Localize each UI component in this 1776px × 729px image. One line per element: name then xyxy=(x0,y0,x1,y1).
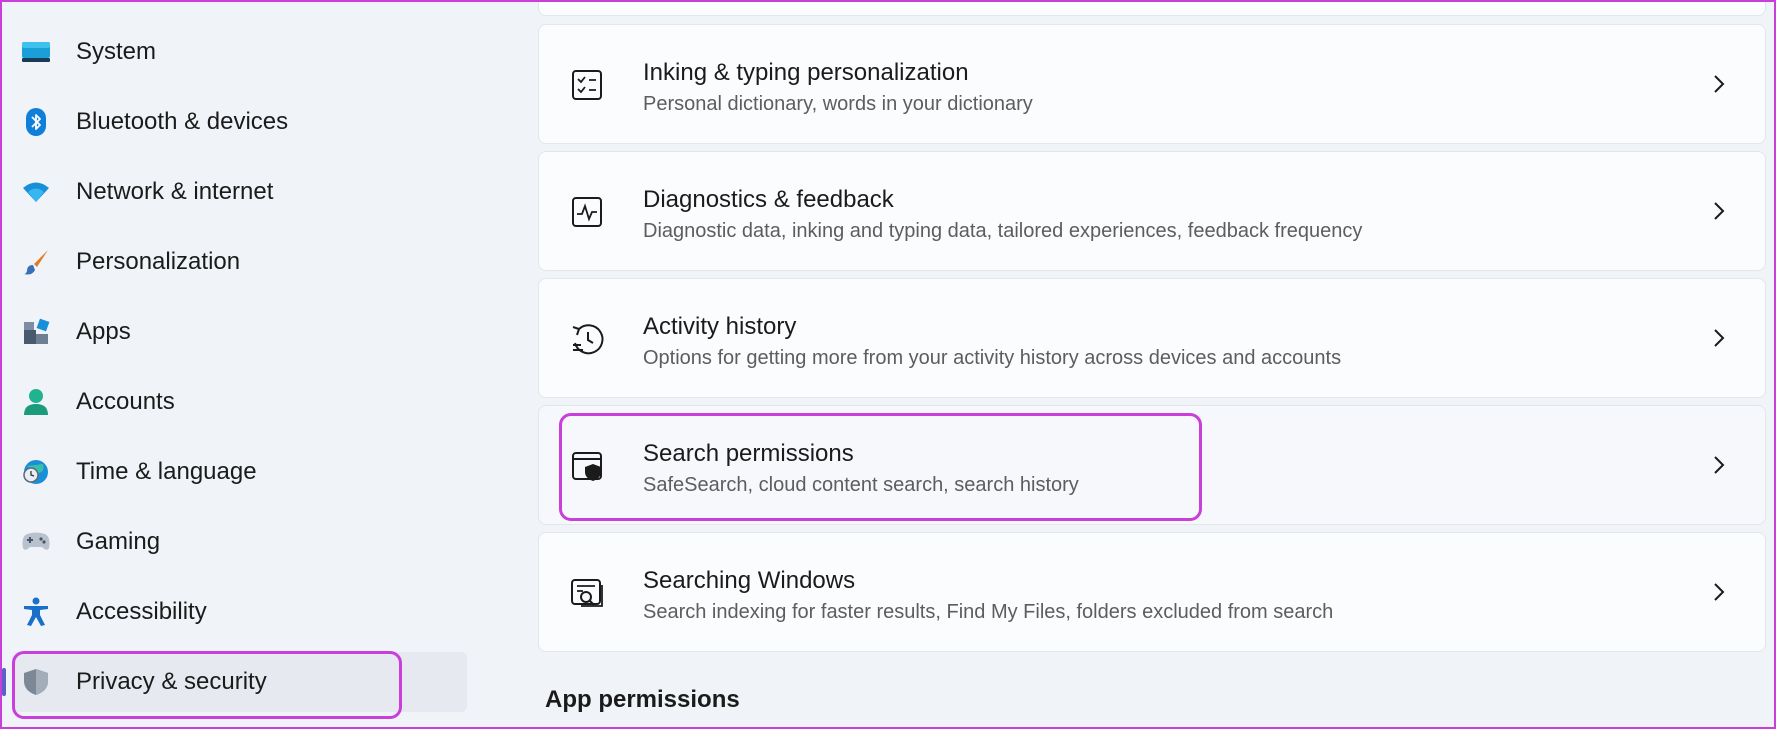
accessibility-icon xyxy=(20,596,52,628)
sidebar-item-network[interactable]: Network & internet xyxy=(12,162,467,222)
card-subtitle: Search indexing for faster results, Find… xyxy=(643,601,1334,623)
chevron-right-icon xyxy=(1709,577,1729,607)
sidebar-item-privacy-security[interactable]: Privacy & security xyxy=(2,652,467,712)
sidebar-item-gaming[interactable]: Gaming xyxy=(12,512,467,572)
card-title: Inking & typing personalization xyxy=(643,59,969,86)
sidebar-item-apps[interactable]: Apps xyxy=(12,302,467,362)
sidebar-item-label: Network & internet xyxy=(76,178,274,205)
wifi-icon xyxy=(20,176,52,208)
sidebar-item-personalization[interactable]: Personalization xyxy=(12,232,467,292)
gamepad-icon xyxy=(20,526,52,558)
brush-icon xyxy=(20,246,52,278)
pulse-icon xyxy=(569,194,605,230)
card-subtitle: Options for getting more from your activ… xyxy=(643,347,1342,369)
shield-icon xyxy=(20,666,52,698)
settings-card-partial xyxy=(538,0,1766,16)
section-heading: App permissions xyxy=(545,686,740,713)
sidebar-item-time-language[interactable]: Time & language xyxy=(12,442,467,502)
sidebar-item-label: Gaming xyxy=(76,528,161,555)
sidebar-item-label: Time & language xyxy=(76,458,257,485)
sidebar-item-bluetooth[interactable]: Bluetooth & devices xyxy=(12,92,467,152)
sidebar-item-label: Accessibility xyxy=(76,598,207,625)
sidebar-nav: System Bluetooth & devices Network & int… xyxy=(0,0,470,729)
activity-history-card[interactable]: Activity history Options for getting mor… xyxy=(538,278,1766,398)
chevron-right-icon xyxy=(1709,323,1729,353)
card-title: Search permissions xyxy=(643,440,854,467)
search-permissions-card[interactable]: Search permissions SafeSearch, cloud con… xyxy=(538,405,1766,525)
globe-clock-icon xyxy=(20,456,52,488)
person-icon xyxy=(20,386,52,418)
card-title: Searching Windows xyxy=(643,567,856,594)
searching-windows-card[interactable]: Searching Windows Search indexing for fa… xyxy=(538,532,1766,652)
card-subtitle: SafeSearch, cloud content search, search… xyxy=(643,474,1079,496)
sidebar-item-accessibility[interactable]: Accessibility xyxy=(12,582,467,642)
sidebar-item-accounts[interactable]: Accounts xyxy=(12,372,467,432)
card-title: Diagnostics & feedback xyxy=(643,186,894,213)
apps-icon xyxy=(20,316,52,348)
chevron-right-icon xyxy=(1709,196,1729,226)
history-icon xyxy=(569,321,605,357)
bluetooth-icon xyxy=(20,106,52,138)
sidebar-item-label: Bluetooth & devices xyxy=(76,108,289,135)
diagnostics-feedback-card[interactable]: Diagnostics & feedback Diagnostic data, … xyxy=(538,151,1766,271)
selection-indicator xyxy=(2,668,6,696)
card-title: Activity history xyxy=(643,313,797,340)
sidebar-item-system[interactable]: System xyxy=(12,22,467,82)
sidebar-item-label: System xyxy=(76,38,157,65)
card-subtitle: Diagnostic data, inking and typing data,… xyxy=(643,220,1363,242)
sidebar-item-label: Accounts xyxy=(76,388,175,415)
inking-typing-card[interactable]: Inking & typing personalization Personal… xyxy=(538,24,1766,144)
search-shield-icon xyxy=(569,448,605,484)
sidebar-item-label: Privacy & security xyxy=(76,668,267,695)
card-subtitle: Personal dictionary, words in your dicti… xyxy=(643,93,1033,115)
chevron-right-icon xyxy=(1709,69,1729,99)
chevron-right-icon xyxy=(1709,450,1729,480)
system-icon xyxy=(20,36,52,68)
search-window-icon xyxy=(569,575,605,611)
sidebar-item-label: Personalization xyxy=(76,248,241,275)
sidebar-item-label: Apps xyxy=(76,318,131,345)
checklist-icon xyxy=(569,67,605,103)
